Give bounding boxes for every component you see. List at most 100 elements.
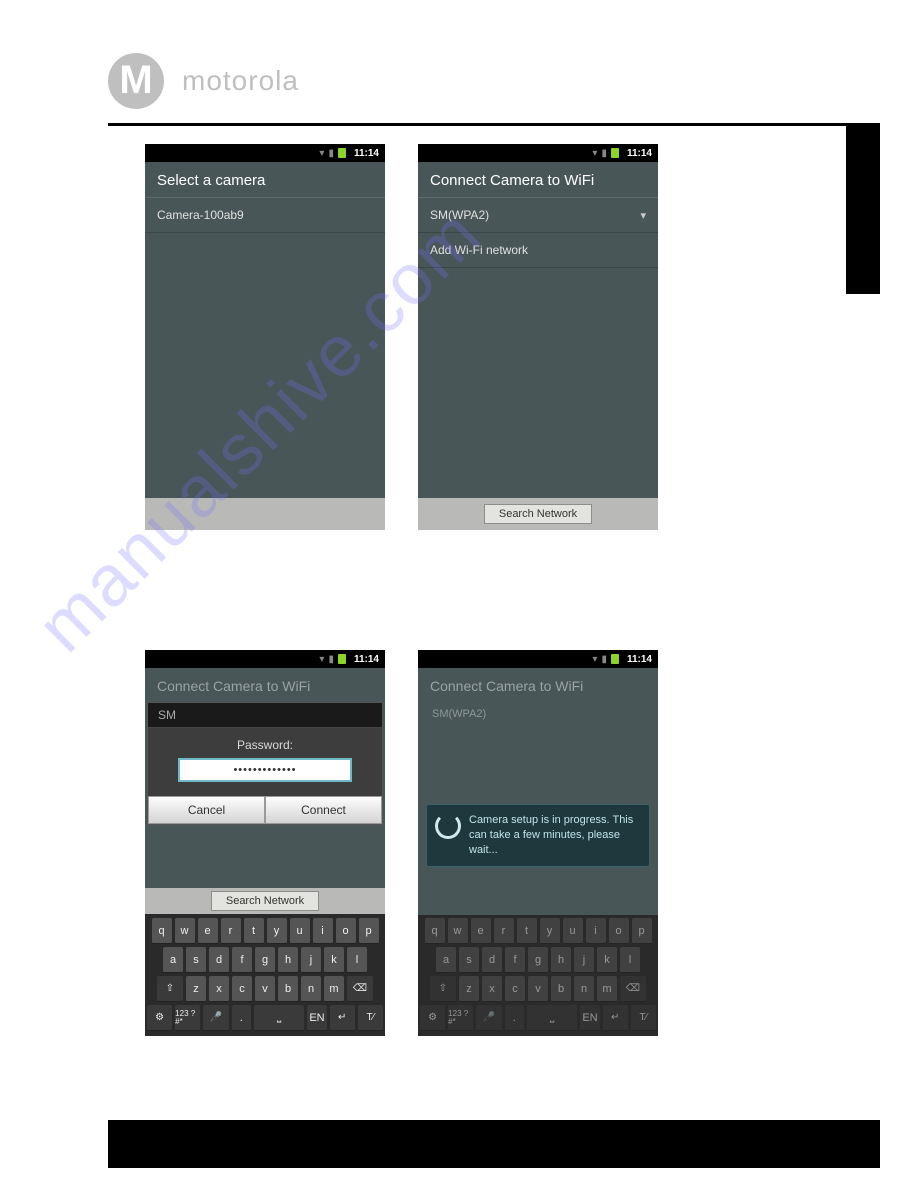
key-l[interactable]: l [347,947,367,973]
key-n[interactable]: n [301,976,321,1002]
clock: 11:14 [354,148,379,159]
key-d[interactable]: d [209,947,229,973]
search-network-button[interactable]: Search Network [211,891,319,911]
key-c: c [505,976,525,1002]
key-f: f [505,947,525,973]
network-row: SM(WPA2) [418,702,658,726]
key-a: a [436,947,456,973]
key-c[interactable]: c [232,976,252,1002]
key-n: n [574,976,594,1002]
toast-text: Camera setup is in progress. This can ta… [469,814,633,856]
shift-key[interactable]: ⇧ [157,976,183,1002]
key-p[interactable]: p [359,918,379,944]
key-e[interactable]: e [198,918,218,944]
search-network-bar: Search Network [145,888,385,914]
motorola-logo-icon: M [108,53,164,109]
key-v: v [528,976,548,1002]
wifi-signal-icon: ▾ [640,209,646,222]
wifi-icon: ▾ [592,654,597,665]
settings-key: ⚙ [420,1005,445,1031]
battery-icon [338,148,346,158]
key-i[interactable]: i [313,918,333,944]
progress-toast: Camera setup is in progress. This can ta… [426,804,650,867]
wifi-icon: ▾ [319,148,324,159]
period-key: . [505,1005,524,1031]
key-v[interactable]: v [255,976,275,1002]
key-d: d [482,947,502,973]
settings-key[interactable]: ⚙ [147,1005,172,1031]
key-k: k [597,947,617,973]
clock: 11:14 [354,654,379,665]
key-j[interactable]: j [301,947,321,973]
space-key[interactable]: ⎵ [254,1005,304,1031]
key-z: z [459,976,479,1002]
screenshot-select-camera: ▾ ▮ 11:14 Select a camera Camera-100ab9 [145,144,385,530]
wifi-icon: ▾ [592,148,597,159]
signal-icon: ▮ [328,654,334,665]
add-wifi-item[interactable]: Add Wi-Fi network [418,233,658,268]
lang-key[interactable]: EN [307,1005,326,1031]
backspace-key[interactable]: ⌫ [347,976,373,1002]
dialog-network-name: SM [148,703,382,728]
key-i: i [586,918,606,944]
key-b: b [551,976,571,1002]
key-w[interactable]: w [175,918,195,944]
key-l: l [620,947,640,973]
period-key[interactable]: . [232,1005,251,1031]
search-network-button[interactable]: Search Network [484,504,592,524]
password-label: Password: [178,738,352,752]
key-o[interactable]: o [336,918,356,944]
page: manualshive.com M motorola ▾ ▮ 11:14 Sel… [0,0,918,1188]
key-h[interactable]: h [278,947,298,973]
key-s[interactable]: s [186,947,206,973]
signal-icon: ▮ [601,148,607,159]
backspace-key: ⌫ [620,976,646,1002]
status-bar: ▾ ▮ 11:14 [418,650,658,668]
clock: 11:14 [627,148,652,159]
edit-key: T∕ [631,1005,656,1031]
key-k[interactable]: k [324,947,344,973]
key-q: q [425,918,445,944]
key-j: j [574,947,594,973]
battery-icon [611,148,619,158]
status-bar: ▾ ▮ 11:14 [145,650,385,668]
mic-key[interactable]: 🎤 [203,1005,228,1031]
key-m[interactable]: m [324,976,344,1002]
dialog-buttons: Cancel Connect [148,796,382,824]
wifi-icon: ▾ [319,654,324,665]
key-m: m [597,976,617,1002]
key-u[interactable]: u [290,918,310,944]
key-s: s [459,947,479,973]
camera-list-item[interactable]: Camera-100ab9 [145,198,385,233]
key-z[interactable]: z [186,976,206,1002]
enter-key[interactable]: ↵ [330,1005,355,1031]
screen-title: Connect Camera to WiFi [145,668,385,702]
connect-button[interactable]: Connect [265,796,382,824]
cancel-button[interactable]: Cancel [148,796,265,824]
key-a[interactable]: a [163,947,183,973]
status-bar: ▾ ▮ 11:14 [418,144,658,162]
key-e: e [471,918,491,944]
key-t[interactable]: t [244,918,264,944]
key-b[interactable]: b [278,976,298,1002]
key-x[interactable]: x [209,976,229,1002]
space-key: ⎵ [527,1005,577,1031]
add-network-label: Add Wi-Fi network [430,243,528,257]
network-name: SM(WPA2) [432,708,486,720]
key-q[interactable]: q [152,918,172,944]
battery-icon [611,654,619,664]
password-dialog: SM Password: ••••••••••••• Cancel Connec… [147,702,383,825]
edit-key[interactable]: T∕ [358,1005,383,1031]
screenshot-setup-progress: ▾ ▮ 11:14 Connect Camera to WiFi SM(WPA2… [418,650,658,1036]
key-row-4: ⚙ 123 ?#* 🎤 . ⎵ EN ↵ T∕ [147,1005,383,1031]
spinner-icon [435,813,461,839]
password-input[interactable]: ••••••••••••• [178,758,352,782]
wifi-network-item[interactable]: SM(WPA2) ▾ [418,198,658,233]
key-f[interactable]: f [232,947,252,973]
key-y[interactable]: y [267,918,287,944]
key-g[interactable]: g [255,947,275,973]
screen-title: Select a camera [145,162,385,197]
key-r[interactable]: r [221,918,241,944]
key-w: w [448,918,468,944]
symbols-key[interactable]: 123 ?#* [175,1005,200,1031]
